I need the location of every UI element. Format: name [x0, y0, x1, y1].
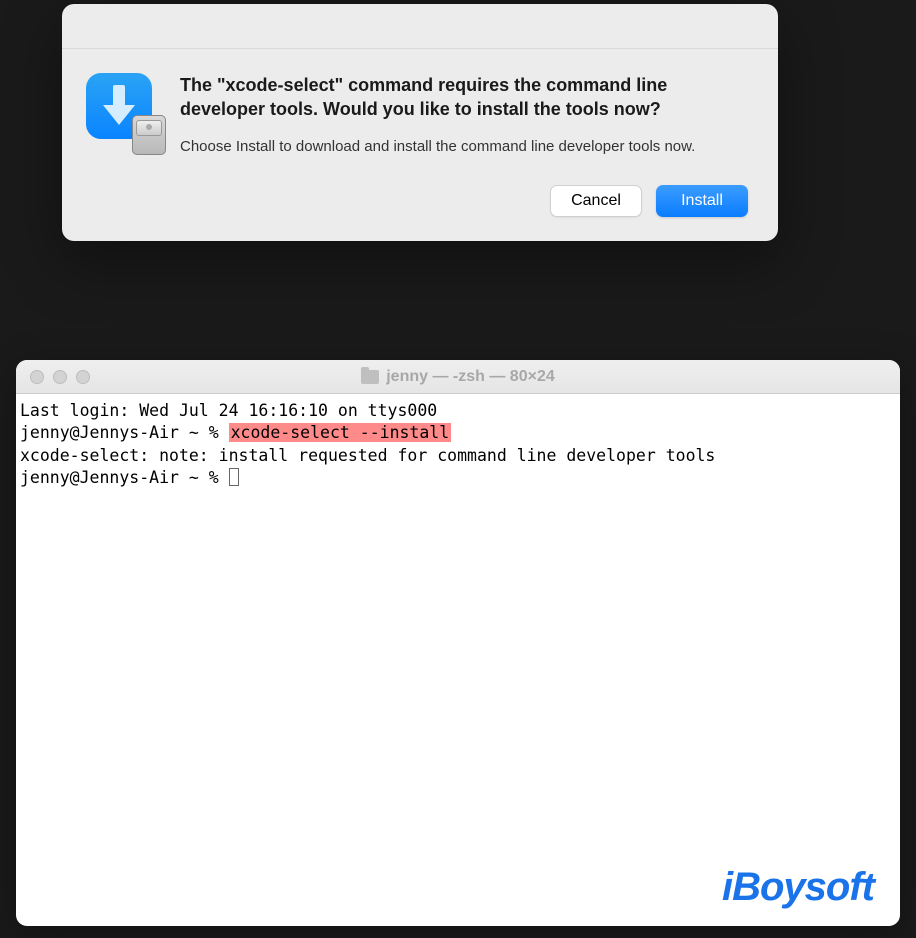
dialog-text: The "xcode-select" command requires the … [180, 73, 748, 157]
terminal-window: jenny — -zsh — 80×24 Last login: Wed Jul… [16, 360, 900, 926]
terminal-line-login: Last login: Wed Jul 24 16:16:10 on ttys0… [20, 401, 437, 420]
install-dialog: The "xcode-select" command requires the … [62, 4, 778, 241]
watermark-text: iBoysoft [722, 865, 874, 909]
cancel-button[interactable]: Cancel [550, 185, 642, 217]
terminal-titlebar[interactable]: jenny — -zsh — 80×24 [16, 360, 900, 394]
dialog-button-row: Cancel Install [62, 167, 778, 241]
dialog-description: Choose Install to download and install t… [180, 136, 748, 157]
close-window-button[interactable] [30, 370, 44, 384]
install-button[interactable]: Install [656, 185, 748, 217]
terminal-prompt-1: jenny@Jennys-Air ~ % [20, 423, 229, 442]
watermark-logo: iBoysoft [722, 865, 874, 910]
disk-icon [132, 115, 166, 155]
traffic-lights [16, 370, 90, 384]
folder-icon [361, 370, 379, 384]
terminal-command-highlight: xcode-select --install [229, 423, 452, 442]
window-title-text: jenny — -zsh — 80×24 [386, 368, 555, 386]
terminal-cursor [229, 468, 239, 486]
terminal-line-note: xcode-select: note: install requested fo… [20, 446, 715, 465]
dialog-body: The "xcode-select" command requires the … [62, 49, 778, 167]
dialog-app-icon [86, 73, 160, 147]
terminal-content[interactable]: Last login: Wed Jul 24 16:16:10 on ttys0… [16, 394, 900, 495]
terminal-prompt-2: jenny@Jennys-Air ~ % [20, 468, 229, 487]
dialog-title: The "xcode-select" command requires the … [180, 73, 748, 122]
window-title: jenny — -zsh — 80×24 [16, 368, 900, 386]
minimize-window-button[interactable] [53, 370, 67, 384]
zoom-window-button[interactable] [76, 370, 90, 384]
